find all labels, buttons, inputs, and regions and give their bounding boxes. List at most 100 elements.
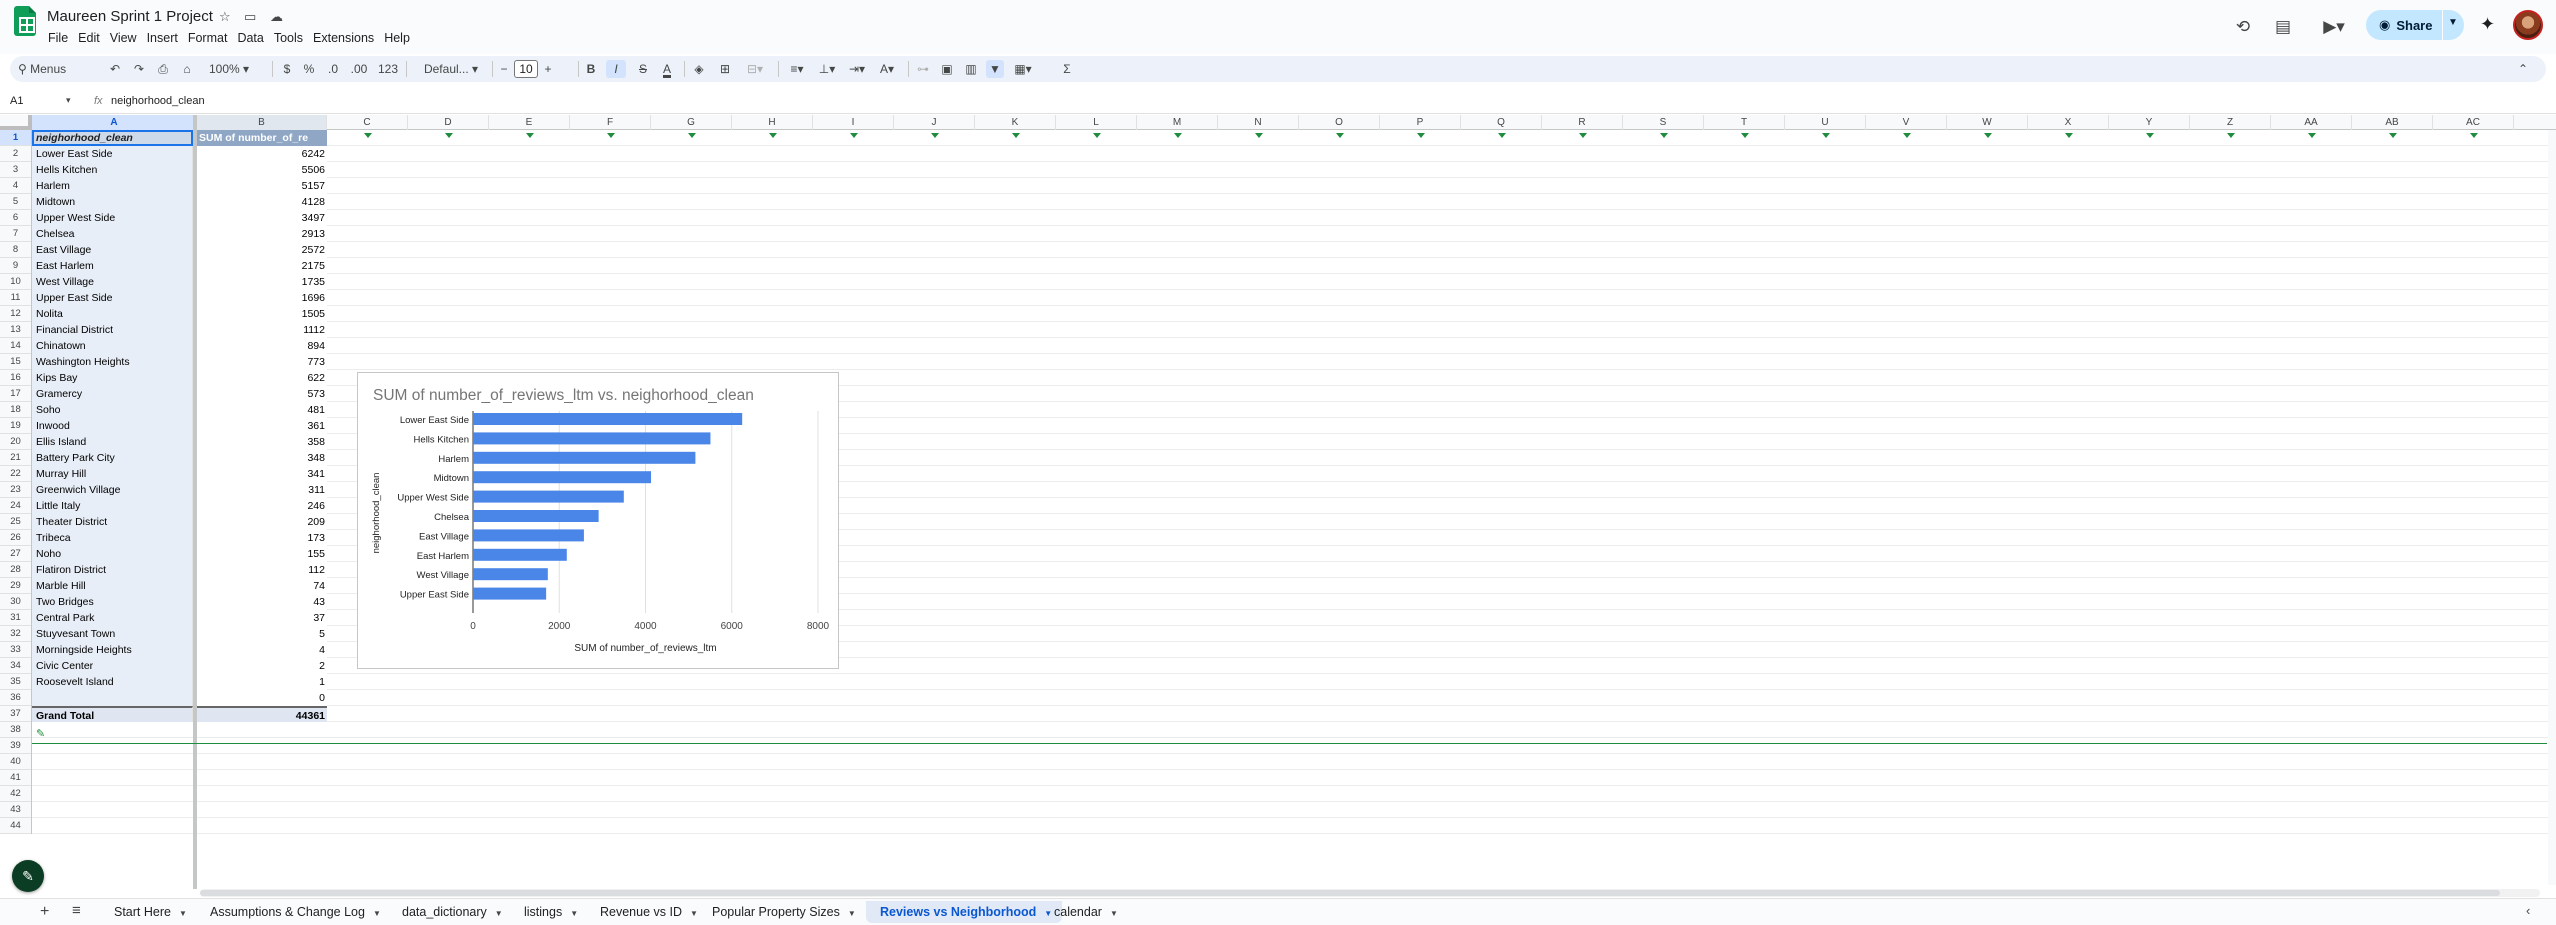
column-header-o[interactable]: O	[1299, 115, 1380, 130]
row-header[interactable]: 4	[0, 178, 31, 194]
sheet-tab[interactable]: calendar ▼	[1040, 901, 1128, 923]
row-header[interactable]: 14	[0, 338, 31, 354]
undo-icon[interactable]: ↶	[106, 60, 124, 78]
row-header[interactable]: 20	[0, 434, 31, 450]
cell-sum-reviews[interactable]: 4128	[197, 194, 327, 210]
column-header-e[interactable]: E	[489, 115, 570, 130]
cell-neighborhood[interactable]: Grand Total	[32, 706, 193, 722]
filter-views-icon[interactable]: ▦▾	[1010, 60, 1036, 78]
cell-sum-reviews[interactable]: 37	[197, 610, 327, 626]
format-currency-button[interactable]: $	[280, 60, 294, 78]
horizontal-scrollbar[interactable]	[200, 889, 2540, 897]
cell-sum-reviews[interactable]: 74	[197, 578, 327, 594]
select-all-corner[interactable]	[0, 115, 32, 130]
cell-neighborhood[interactable]: Chelsea	[32, 226, 193, 242]
row-header[interactable]: 31	[0, 610, 31, 626]
cell-sum-reviews[interactable]: 1	[197, 674, 327, 690]
cell-neighborhood[interactable]: Greenwich Village	[32, 482, 193, 498]
cell-sum-reviews[interactable]: 894	[197, 338, 327, 354]
row-header[interactable]: 25	[0, 514, 31, 530]
row-header[interactable]: 40	[0, 754, 31, 770]
move-folder-icon[interactable]: ▭	[244, 9, 256, 25]
cell-neighborhood[interactable]: Lower East Side	[32, 146, 193, 162]
column-header-w[interactable]: W	[1947, 115, 2028, 130]
column-header-y[interactable]: Y	[2109, 115, 2190, 130]
cell-neighborhood[interactable]: Kips Bay	[32, 370, 193, 386]
cell-sum-reviews[interactable]: 1696	[197, 290, 327, 306]
cell-neighborhood[interactable]: Ellis Island	[32, 434, 193, 450]
row-header[interactable]: 33	[0, 642, 31, 658]
row-header[interactable]: 32	[0, 626, 31, 642]
insert-chart-icon[interactable]: ▥	[962, 60, 980, 78]
zoom-select[interactable]: 100% ▾	[208, 60, 250, 78]
row-header[interactable]: 5	[0, 194, 31, 210]
column-header-aa[interactable]: AA	[2271, 115, 2352, 130]
filter-dropdown-icon[interactable]	[1011, 133, 1020, 138]
row-header[interactable]: 1	[0, 130, 31, 146]
name-box-caret-icon[interactable]: ▾	[66, 95, 71, 106]
cell-neighborhood[interactable]: Central Park	[32, 610, 193, 626]
scroll-tabs-left-icon[interactable]: ‹	[2526, 903, 2530, 918]
sheet-tab[interactable]: Start Here ▼	[100, 901, 197, 923]
row-header[interactable]: 8	[0, 242, 31, 258]
filter-dropdown-icon[interactable]	[2064, 133, 2073, 138]
column-header-p[interactable]: P	[1380, 115, 1461, 130]
cell-sum-reviews[interactable]: 3497	[197, 210, 327, 226]
filter-dropdown-icon[interactable]	[1821, 133, 1830, 138]
row-header[interactable]: 39	[0, 738, 31, 754]
row-header[interactable]: 29	[0, 578, 31, 594]
cell-sum-reviews[interactable]: 2	[197, 658, 327, 674]
menu-extensions[interactable]: Extensions	[308, 29, 379, 47]
sheet-tab[interactable]: Assumptions & Change Log ▼	[196, 901, 391, 923]
cell-neighborhood[interactable]: Tribeca	[32, 530, 193, 546]
row-header[interactable]: 44	[0, 818, 31, 834]
cell-sum-reviews[interactable]: 112	[197, 562, 327, 578]
cell-sum-reviews[interactable]: 2175	[197, 258, 327, 274]
sheet-tab-caret-icon[interactable]: ▼	[848, 909, 856, 918]
cell-sum-reviews[interactable]: 341	[197, 466, 327, 482]
cell-neighborhood[interactable]: Flatiron District	[32, 562, 193, 578]
horizontal-scrollbar-thumb[interactable]	[200, 890, 2500, 896]
cell-neighborhood[interactable]: Chinatown	[32, 338, 193, 354]
cell-neighborhood[interactable]: Harlem	[32, 178, 193, 194]
borders-icon[interactable]: ⊞	[716, 60, 734, 78]
column-header-u[interactable]: U	[1785, 115, 1866, 130]
explore-edit-icon[interactable]: ✎	[12, 860, 44, 892]
cell-sum-reviews[interactable]: SUM of number_of_re	[197, 130, 327, 146]
sheet-tab-caret-icon[interactable]: ▼	[373, 909, 381, 918]
cell-neighborhood[interactable]: Washington Heights	[32, 354, 193, 370]
cell-neighborhood[interactable]: Noho	[32, 546, 193, 562]
row-header[interactable]: 24	[0, 498, 31, 514]
row-header[interactable]: 19	[0, 418, 31, 434]
column-header-v[interactable]: V	[1866, 115, 1947, 130]
row-header[interactable]: 36	[0, 690, 31, 706]
column-header-ac[interactable]: AC	[2433, 115, 2514, 130]
sheet-tab[interactable]: Revenue vs ID ▼	[586, 901, 708, 923]
row-header[interactable]: 43	[0, 802, 31, 818]
column-header-t[interactable]: T	[1704, 115, 1785, 130]
filter-dropdown-icon[interactable]	[687, 133, 696, 138]
column-header-n[interactable]: N	[1218, 115, 1299, 130]
filter-dropdown-icon[interactable]	[1659, 133, 1668, 138]
menu-help[interactable]: Help	[379, 29, 415, 47]
column-header-q[interactable]: Q	[1461, 115, 1542, 130]
meet-call-icon[interactable]: ▶▾	[2316, 15, 2352, 39]
row-header[interactable]: 18	[0, 402, 31, 418]
sheet-tab-caret-icon[interactable]: ▼	[179, 909, 187, 918]
sheet-tab-caret-icon[interactable]: ▼	[690, 909, 698, 918]
sheet-tab-caret-icon[interactable]: ▼	[570, 909, 578, 918]
filter-dropdown-icon[interactable]	[1173, 133, 1182, 138]
search-menus[interactable]: ⚲ Menus	[18, 60, 88, 78]
cell-neighborhood[interactable]: neighorhood_clean	[32, 130, 193, 146]
comments-icon[interactable]: ▤	[2271, 15, 2295, 39]
row-header[interactable]: 7	[0, 226, 31, 242]
cell-neighborhood[interactable]: Little Italy	[32, 498, 193, 514]
row-header[interactable]: 41	[0, 770, 31, 786]
cell-sum-reviews[interactable]: 622	[197, 370, 327, 386]
cell-sum-reviews[interactable]: 773	[197, 354, 327, 370]
cell-neighborhood[interactable]: Upper East Side	[32, 290, 193, 306]
row-header[interactable]: 16	[0, 370, 31, 386]
bold-button[interactable]: B	[582, 60, 600, 78]
cell-neighborhood[interactable]: Civic Center	[32, 658, 193, 674]
cell-sum-reviews[interactable]: 173	[197, 530, 327, 546]
